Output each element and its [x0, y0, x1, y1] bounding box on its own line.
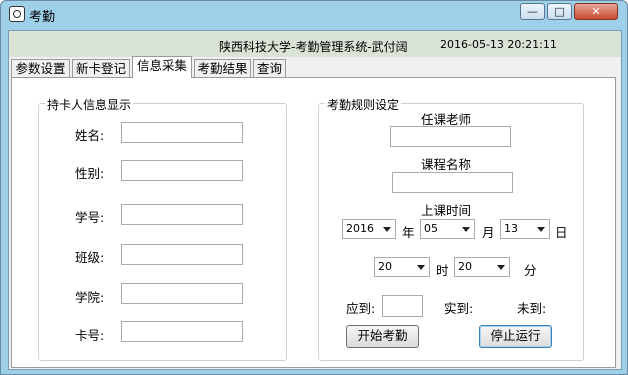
- hour-select[interactable]: 20: [374, 257, 430, 277]
- minute-unit: 分: [524, 263, 537, 278]
- chevron-down-icon: [462, 227, 470, 232]
- student-id-label: 学号:: [75, 210, 105, 225]
- course-field[interactable]: [392, 172, 513, 193]
- expected-count-label: 应到:: [346, 301, 376, 316]
- clock-icon: [9, 6, 25, 22]
- tab-query[interactable]: 查询: [253, 59, 286, 77]
- tab-parameter-settings[interactable]: 参数设置: [11, 59, 70, 77]
- month-select[interactable]: 05: [420, 219, 475, 239]
- gender-label: 性别:: [75, 166, 105, 181]
- hour-unit: 时: [436, 263, 449, 278]
- minute-value: 20: [458, 260, 472, 273]
- attendance-rules-group: 考勤规则设定 任课老师 课程名称 上课时间 2016 年 05 月 13 日 2…: [318, 96, 584, 361]
- course-label: 课程名称: [421, 157, 472, 172]
- card-info-legend: 持卡人信息显示: [45, 96, 134, 113]
- day-unit: 日: [555, 225, 568, 240]
- year-select[interactable]: 2016: [342, 219, 396, 239]
- absent-count-label: 未到:: [517, 301, 547, 316]
- teacher-field[interactable]: [390, 126, 511, 147]
- chevron-down-icon: [417, 265, 425, 270]
- present-count-label: 实到:: [444, 301, 474, 316]
- year-unit: 年: [402, 225, 415, 240]
- chevron-down-icon: [497, 265, 505, 270]
- card-info-group: 持卡人信息显示 姓名: 性别: 学号: 班级: 学院: 卡号:: [38, 96, 287, 361]
- tab-info-collection[interactable]: 信息采集: [132, 56, 192, 78]
- college-label: 学院:: [75, 290, 105, 305]
- card-number-label: 卡号:: [75, 328, 105, 343]
- tab-new-card-registration[interactable]: 新卡登记: [72, 59, 130, 77]
- header-bar: 陕西科技大学-考勤管理系统-武付阔 2016-05-13 20:21:11: [9, 31, 621, 57]
- class-time-label: 上课时间: [421, 203, 472, 218]
- month-unit: 月: [482, 225, 495, 240]
- attendance-rules-legend: 考勤规则设定: [325, 96, 402, 113]
- year-value: 2016: [346, 222, 374, 235]
- start-attendance-button[interactable]: 开始考勤: [346, 325, 419, 348]
- minimize-button[interactable]: —: [520, 3, 545, 20]
- day-value: 13: [504, 222, 518, 235]
- window-title: 考勤: [29, 10, 56, 25]
- chevron-down-icon: [537, 227, 545, 232]
- month-value: 05: [424, 222, 438, 235]
- class-field[interactable]: [121, 244, 243, 265]
- current-datetime: 2016-05-13 20:21:11: [440, 38, 557, 51]
- stop-running-button[interactable]: 停止运行: [479, 325, 552, 348]
- client-area: 陕西科技大学-考勤管理系统-武付阔 2016-05-13 20:21:11 参数…: [8, 30, 622, 370]
- hour-value: 20: [378, 260, 392, 273]
- app-window: 考勤 — □ ✕ 陕西科技大学-考勤管理系统-武付阔 2016-05-13 20…: [0, 0, 628, 375]
- system-title: 陕西科技大学-考勤管理系统-武付阔: [219, 40, 408, 54]
- info-collection-panel: 持卡人信息显示 姓名: 性别: 学号: 班级: 学院: 卡号: 考勤规则设定 任…: [11, 77, 616, 368]
- minute-select[interactable]: 20: [454, 257, 510, 277]
- card-number-field[interactable]: [121, 321, 243, 342]
- gender-field[interactable]: [121, 160, 243, 181]
- chevron-down-icon: [383, 227, 391, 232]
- student-id-field[interactable]: [121, 204, 243, 225]
- close-button[interactable]: ✕: [574, 3, 618, 20]
- expected-count-field[interactable]: [382, 295, 423, 317]
- tab-attendance-results[interactable]: 考勤结果: [194, 59, 251, 77]
- maximize-button[interactable]: □: [547, 3, 572, 20]
- title-bar[interactable]: 考勤 — □ ✕: [1, 1, 627, 27]
- name-label: 姓名:: [75, 128, 105, 143]
- tab-strip: 参数设置 新卡登记 信息采集 考勤结果 查询: [9, 56, 621, 78]
- name-field[interactable]: [121, 122, 243, 143]
- day-select[interactable]: 13: [500, 219, 550, 239]
- college-field[interactable]: [121, 283, 243, 304]
- class-label: 班级:: [75, 250, 105, 265]
